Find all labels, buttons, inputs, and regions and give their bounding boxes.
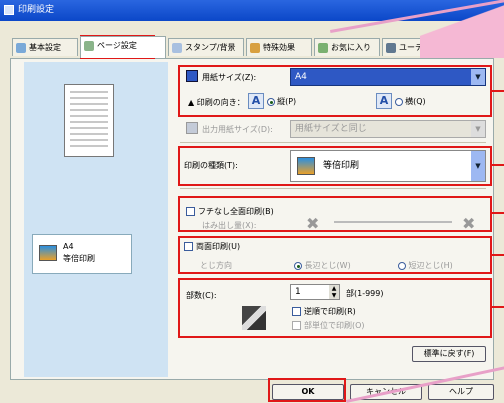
preview-area: A4 等倍印刷 [24, 62, 168, 377]
copies-stepper[interactable]: ▲ ▼ [329, 285, 339, 299]
portrait-radio[interactable] [266, 97, 275, 106]
tab-page-setup[interactable]: ページ設定 [80, 36, 166, 58]
output-size-icon [186, 122, 198, 134]
paper-size-icon [186, 70, 198, 82]
portrait-option[interactable]: A 縦(P) [248, 93, 296, 109]
copies-stack-icon [242, 306, 266, 330]
chevron-down-icon: ▼ [471, 151, 485, 181]
print-type-icon [297, 157, 315, 175]
print-type-icon [39, 245, 57, 261]
paper-size-select[interactable]: A4 ▼ [290, 68, 486, 86]
landscape-radio[interactable] [394, 97, 403, 106]
extension-amount-label: はみ出し量(X): [202, 221, 257, 230]
paper-info-box: A4 等倍印刷 [32, 234, 132, 274]
output-size-select[interactable]: 用紙サイズと同じ ▼ [290, 120, 486, 138]
effects-icon [250, 43, 260, 53]
print-settings-window: 印刷設定 基本設定 ページ設定 スタンプ/背景 特殊効果 お気に入り ユーティリ… [0, 0, 504, 403]
expand-icon: ✖ [462, 214, 476, 233]
duplex-checkbox[interactable] [184, 242, 193, 251]
preview-print-type: 等倍印刷 [63, 254, 95, 263]
tab-basic-settings[interactable]: 基本設定 [12, 38, 78, 56]
short-edge-option[interactable]: 短辺とじ(H) [398, 260, 453, 271]
reverse-order-checkbox[interactable] [292, 307, 301, 316]
page-setup-icon [84, 41, 94, 51]
duplex-label: 両面印刷(U) [196, 242, 241, 251]
help-button[interactable]: ヘルプ [428, 384, 494, 400]
borderless-label: フチなし全面印刷(B) [198, 207, 274, 216]
tab-stamp-background[interactable]: スタンプ/背景 [168, 38, 244, 56]
tab-favorites[interactable]: お気に入り [314, 38, 380, 56]
tab-special-effects[interactable]: 特殊効果 [246, 38, 312, 56]
output-size-label: 出力用紙サイズ(D): [202, 125, 273, 134]
extension-slider[interactable] [334, 221, 452, 223]
print-type-label: 印刷の種類(T): [184, 161, 238, 170]
copies-label: 部数(C): [186, 291, 217, 300]
chevron-down-icon: ▼ [471, 69, 485, 85]
chevron-down-icon: ▼ [471, 121, 485, 137]
borderless-checkbox[interactable] [186, 207, 195, 216]
copies-input[interactable]: 1 ▲ ▼ [290, 284, 340, 300]
utility-icon [386, 43, 396, 53]
stamp-icon [172, 43, 182, 53]
restore-defaults-button[interactable]: 標準に戻す(F) [412, 346, 486, 362]
preview-paper-size: A4 [63, 242, 74, 251]
orientation-label: ▲ 印刷の向き： [188, 98, 245, 107]
window-title: 印刷設定 [18, 5, 55, 15]
printer-icon [4, 5, 14, 15]
collate-checkbox[interactable] [292, 321, 301, 330]
basic-settings-icon [16, 43, 26, 53]
paper-preview [64, 84, 114, 157]
favorites-icon [318, 43, 328, 53]
reverse-order-label: 逆順で印刷(R) [304, 307, 356, 316]
pointer-wedge-top [420, 0, 504, 58]
long-edge-option[interactable]: 長辺とじ(W) [294, 260, 351, 271]
collate-label: 部単位で印刷(O) [304, 321, 365, 330]
ok-button[interactable]: OK [272, 384, 344, 400]
portrait-icon: A [248, 93, 264, 109]
print-type-select[interactable]: 等倍印刷 ▼ [290, 150, 486, 182]
copies-range: 部(1-999) [346, 289, 384, 298]
landscape-option[interactable]: A 横(Q) [376, 93, 426, 109]
shrink-icon: ✖ [306, 214, 320, 233]
paper-size-label: 用紙サイズ(Z): [202, 73, 257, 82]
binding-direction-label: とじ方向 [200, 261, 232, 270]
landscape-icon: A [376, 93, 392, 109]
